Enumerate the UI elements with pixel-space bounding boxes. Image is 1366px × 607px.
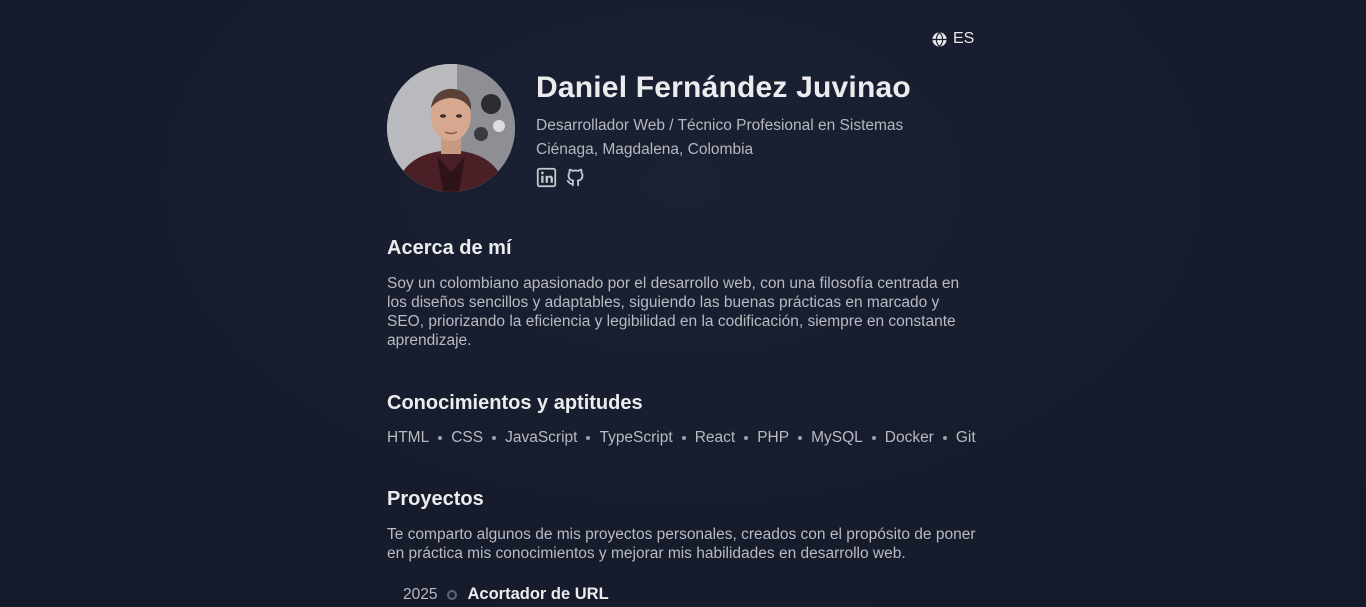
skill-item: MySQL bbox=[811, 429, 863, 446]
avatar bbox=[387, 64, 515, 192]
bullet-separator bbox=[438, 435, 443, 440]
skills-section: Conocimientos y aptitudes HTML CSS JavaS… bbox=[387, 391, 979, 447]
skill-item: React bbox=[694, 429, 736, 446]
skill-item: Docker bbox=[884, 429, 934, 446]
profile-header: Daniel Fernández Juvinao Desarrollador W… bbox=[387, 64, 979, 192]
page: ES Daniel Fernández Juvinao Desarrollado… bbox=[0, 0, 1366, 607]
profile-info: Daniel Fernández Juvinao Desarrollador W… bbox=[536, 64, 911, 188]
skills-title: Conocimientos y aptitudes bbox=[387, 392, 643, 414]
skill-item: Git bbox=[955, 429, 976, 446]
social-links bbox=[536, 167, 911, 188]
skill-item: TypeScript bbox=[599, 429, 673, 446]
projects-text: Te comparto algunos de mis proyectos per… bbox=[387, 526, 976, 562]
skill-item: CSS bbox=[451, 429, 484, 446]
profile-role: Desarrollador Web / Técnico Profesional … bbox=[536, 117, 904, 134]
projects-title: Proyectos bbox=[387, 488, 484, 510]
github-icon[interactable] bbox=[565, 167, 586, 188]
bullet-separator bbox=[681, 435, 686, 440]
skill-item: JavaScript bbox=[505, 429, 578, 446]
skill-item: PHP bbox=[757, 429, 790, 446]
profile-name: Daniel Fernández Juvinao bbox=[536, 71, 911, 104]
bullet-separator bbox=[798, 435, 803, 440]
language-label: ES bbox=[953, 30, 975, 47]
bullet-separator bbox=[492, 435, 497, 440]
bullet-separator bbox=[942, 435, 947, 440]
about-section: Acerca de mí Soy un colombiano apasionad… bbox=[387, 236, 979, 350]
project-year: 2025 bbox=[403, 585, 438, 603]
language-switcher[interactable]: ES bbox=[931, 30, 974, 48]
about-text: Soy un colombiano apasionado por el desa… bbox=[387, 275, 960, 349]
bullet-separator bbox=[744, 435, 749, 440]
globe-icon bbox=[931, 31, 948, 48]
profile-location: Ciénaga, Magdalena, Colombia bbox=[536, 141, 754, 158]
project-name[interactable]: Acortador de URL bbox=[467, 585, 608, 604]
skill-item: HTML bbox=[387, 429, 430, 446]
skills-list: HTML CSS JavaScript TypeScript React PHP… bbox=[387, 428, 979, 447]
main-content: Daniel Fernández Juvinao Desarrollador W… bbox=[387, 64, 979, 604]
timeline-dot-icon bbox=[447, 589, 458, 600]
bullet-separator bbox=[871, 435, 876, 440]
projects-section: Proyectos Te comparto algunos de mis pro… bbox=[387, 487, 979, 604]
bullet-separator bbox=[586, 435, 591, 440]
project-item[interactable]: 2025 Acortador de URL bbox=[403, 585, 979, 604]
linkedin-icon[interactable] bbox=[536, 167, 557, 188]
about-title: Acerca de mí bbox=[387, 237, 512, 259]
